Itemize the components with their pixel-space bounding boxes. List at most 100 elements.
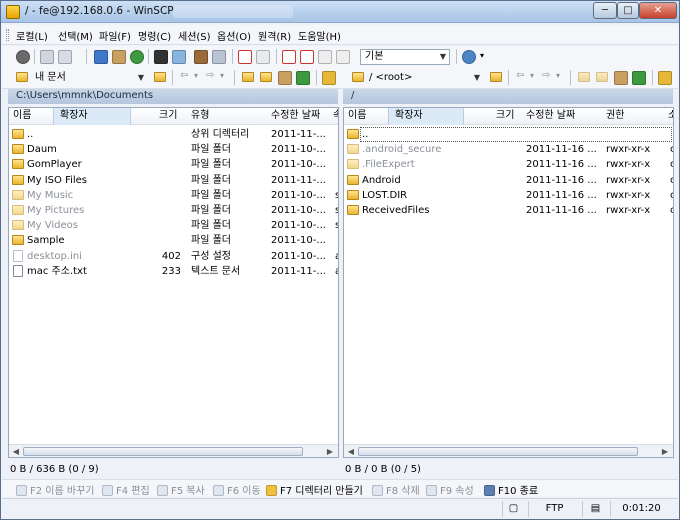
home-icon[interactable] xyxy=(278,71,292,85)
refresh-icon[interactable] xyxy=(296,71,310,85)
table-row[interactable]: My Videos 파일 폴더 2011-10-... s xyxy=(9,218,338,233)
menu-local[interactable]: 로컬(L) xyxy=(16,28,48,43)
remote-path-bar[interactable]: / xyxy=(343,89,673,104)
column-extension[interactable]: 확장자 xyxy=(388,108,464,125)
transfer-settings-select[interactable]: 기본 ▼ xyxy=(360,49,450,65)
select-all-icon[interactable] xyxy=(238,50,252,64)
scroll-thumb[interactable] xyxy=(358,447,638,456)
local-file-panel[interactable]: 이름 확장자 크기 유형 수정한 날짜 속 .. 상위 디렉터리 2011-11-.… xyxy=(8,107,339,458)
forward-dropdown-icon[interactable]: ▾ xyxy=(220,71,224,80)
clear-selection-icon[interactable] xyxy=(318,50,332,64)
local-location-select[interactable]: 내 문서 ▼ xyxy=(30,70,148,86)
key-icon[interactable] xyxy=(212,50,226,64)
column-size[interactable]: 크기 xyxy=(496,108,514,124)
forward-arrow-icon[interactable]: ⇨ xyxy=(206,70,214,81)
table-row[interactable]: .. xyxy=(347,127,672,142)
globe-icon[interactable] xyxy=(462,50,476,64)
table-row[interactable]: My ISO Files 파일 폴더 2011-11-... xyxy=(9,173,338,188)
minimize-button[interactable]: ─ xyxy=(593,2,617,19)
table-row[interactable]: My Pictures 파일 폴더 2011-10-... s xyxy=(9,203,338,218)
open-folder-icon[interactable] xyxy=(154,72,166,82)
menu-help[interactable]: 도움말(H) xyxy=(298,28,341,43)
create-directory-button[interactable]: F7 디렉터리 만들기 xyxy=(266,482,363,497)
local-path-bar[interactable]: C:\Users\mmnk\Documents xyxy=(8,89,338,104)
table-row[interactable]: .android_secure 2011-11-16 ... rwxr-xr-x c xyxy=(344,142,673,157)
menu-command[interactable]: 명령(C) xyxy=(138,28,171,43)
column-permissions[interactable]: 권한 xyxy=(606,108,624,124)
toolbar-grip[interactable] xyxy=(6,29,9,41)
remote-file-panel[interactable]: 이름 확장자 크기 수정한 날짜 권한 소 .. .android_secure 2… xyxy=(343,107,674,458)
scroll-left-icon[interactable]: ◀ xyxy=(344,445,358,457)
invert-selection-icon[interactable] xyxy=(300,50,314,64)
scroll-thumb[interactable] xyxy=(23,447,303,456)
table-row[interactable]: Android 2011-11-16 ... rwxr-xr-x c xyxy=(344,173,673,188)
parent-directory-icon[interactable] xyxy=(578,72,590,82)
root-directory-icon[interactable] xyxy=(596,72,608,82)
table-row[interactable]: mac 주소.txt233텍스트 문서2011-11-...a xyxy=(9,264,338,279)
tree-view-icon[interactable] xyxy=(658,71,672,85)
column-modified[interactable]: 수정한 날짜 xyxy=(526,108,575,124)
column-modified[interactable]: 수정한 날짜 xyxy=(271,108,320,124)
move-button[interactable]: F6 이동 xyxy=(213,482,261,497)
column-attributes[interactable]: 속 xyxy=(333,108,338,124)
delete-button[interactable]: F8 삭제 xyxy=(372,482,420,497)
queue-icon[interactable] xyxy=(112,50,126,64)
table-row[interactable]: LOST.DIR 2011-11-16 ... rwxr-xr-x c xyxy=(344,188,673,203)
remote-horizontal-scrollbar[interactable]: ◀ ▶ xyxy=(344,444,673,457)
column-extension[interactable]: 확장자 xyxy=(53,108,131,125)
table-row[interactable]: Daum 파일 폴더 2011-10-... xyxy=(9,142,338,157)
filter-icon[interactable] xyxy=(282,50,296,64)
forward-dropdown-icon[interactable]: ▾ xyxy=(556,71,560,80)
table-row[interactable]: Sample 파일 폴더 2011-10-... xyxy=(9,233,338,248)
network-icon[interactable] xyxy=(94,50,108,64)
remote-location-select[interactable]: / <root> ▼ xyxy=(364,70,484,86)
menu-remote[interactable]: 원격(R) xyxy=(258,28,291,43)
back-dropdown-icon[interactable]: ▾ xyxy=(194,71,198,80)
root-directory-icon[interactable] xyxy=(260,72,272,82)
table-row[interactable]: .FileExpert 2011-11-16 ... rwxr-xr-x c xyxy=(344,157,673,172)
tree-view-icon[interactable] xyxy=(322,71,336,85)
menu-session[interactable]: 세션(S) xyxy=(178,28,211,43)
table-row[interactable]: desktop.ini402구성 설정2011-10-...a xyxy=(9,249,338,264)
putty-icon[interactable] xyxy=(172,50,186,64)
back-arrow-icon[interactable]: ⇦ xyxy=(516,70,524,81)
compare-icon[interactable] xyxy=(58,50,72,64)
table-row[interactable]: My Music 파일 폴더 2011-10-... s xyxy=(9,188,338,203)
scroll-right-icon[interactable]: ▶ xyxy=(323,445,337,457)
table-row[interactable]: GomPlayer 파일 폴더 2011-10-... xyxy=(9,157,338,172)
edit-button[interactable]: F4 편집 xyxy=(102,482,150,497)
synchronize-icon[interactable] xyxy=(130,50,144,64)
table-row[interactable]: ReceivedFiles 2011-11-16 ... rwxr-xr-x c xyxy=(344,203,673,218)
maximize-button[interactable]: □ xyxy=(617,2,639,19)
quit-button[interactable]: F10 종료 xyxy=(484,482,538,497)
rename-button[interactable]: F2 이름 바꾸기 xyxy=(16,482,94,497)
console-icon[interactable] xyxy=(154,50,168,64)
menu-select[interactable]: 선택(M) xyxy=(58,28,93,43)
terminal-icon[interactable] xyxy=(40,50,54,64)
column-name[interactable]: 이름 xyxy=(348,108,366,124)
back-arrow-icon[interactable]: ⇦ xyxy=(180,70,188,81)
menu-file[interactable]: 파일(F) xyxy=(99,28,131,43)
copy-button[interactable]: F5 복사 xyxy=(157,482,205,497)
scroll-right-icon[interactable]: ▶ xyxy=(658,445,672,457)
unselect-icon[interactable] xyxy=(256,50,270,64)
scroll-left-icon[interactable]: ◀ xyxy=(9,445,23,457)
open-folder-icon[interactable] xyxy=(490,72,502,82)
sessions-icon[interactable] xyxy=(194,50,208,64)
select-same-icon[interactable] xyxy=(336,50,350,64)
menu-options[interactable]: 옵션(O) xyxy=(217,28,251,43)
back-dropdown-icon[interactable]: ▾ xyxy=(530,71,534,80)
properties-button[interactable]: F9 속성 xyxy=(426,482,474,497)
close-button[interactable]: ✕ xyxy=(639,2,677,19)
home-icon[interactable] xyxy=(614,71,628,85)
gear-icon[interactable] xyxy=(16,50,30,64)
parent-directory-icon[interactable] xyxy=(242,72,254,82)
column-owner[interactable]: 소 xyxy=(668,108,673,124)
column-type[interactable]: 유형 xyxy=(191,108,209,124)
table-row[interactable]: .. 상위 디렉터리 2011-11-... xyxy=(9,127,338,142)
globe-dropdown-icon[interactable]: ▾ xyxy=(480,51,484,60)
local-horizontal-scrollbar[interactable]: ◀ ▶ xyxy=(9,444,338,457)
refresh-icon[interactable] xyxy=(632,71,646,85)
column-size[interactable]: 크기 xyxy=(159,108,177,124)
column-name[interactable]: 이름 xyxy=(13,108,31,124)
